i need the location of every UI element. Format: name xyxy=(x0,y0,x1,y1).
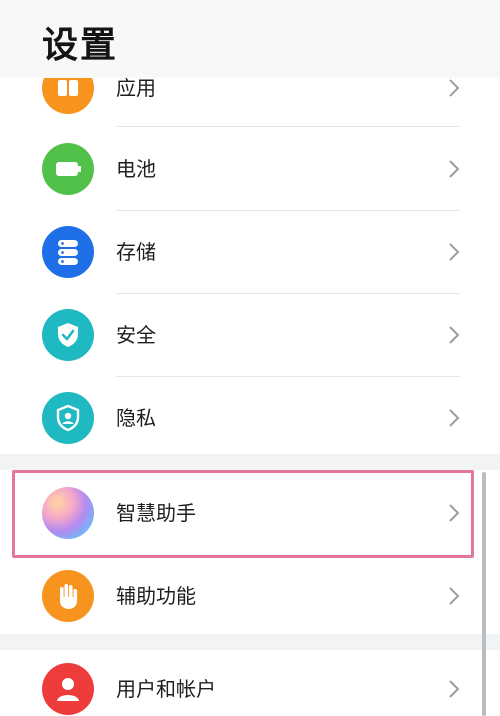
chevron-right-icon xyxy=(448,293,460,377)
chevron-right-icon xyxy=(448,210,460,294)
settings-item-label: 智慧助手 xyxy=(116,501,196,525)
smart-assistant-icon xyxy=(42,487,94,539)
chevron-right-icon xyxy=(448,376,460,460)
settings-item-privacy[interactable]: 隐私 xyxy=(0,376,500,460)
battery-icon xyxy=(42,143,94,195)
settings-item-label: 安全 xyxy=(116,323,156,347)
settings-item-label: 存储 xyxy=(116,240,156,264)
settings-item-battery[interactable]: 电池 xyxy=(0,127,500,211)
page-header: 设置 xyxy=(0,0,500,78)
chevron-right-icon xyxy=(448,127,460,211)
settings-item-label: 电池 xyxy=(116,157,156,181)
chevron-right-icon xyxy=(448,470,460,556)
page-title: 设置 xyxy=(42,25,119,66)
settings-item-accessibility[interactable]: 辅助功能 xyxy=(0,554,500,638)
settings-item-users-accounts[interactable]: 用户和帐户 xyxy=(0,647,500,716)
settings-item-smart-assistant[interactable]: 智慧助手 xyxy=(0,470,500,556)
hand-icon xyxy=(42,570,94,622)
settings-item-label: 辅助功能 xyxy=(116,584,196,608)
chevron-right-icon xyxy=(448,647,460,716)
user-icon xyxy=(42,663,94,715)
settings-item-label: 隐私 xyxy=(116,406,156,430)
settings-screen: 应用 电池 存储 安全 隐私 智慧助手 辅助功能 用户和帐户 设置 xyxy=(0,0,500,716)
storage-icon xyxy=(42,226,94,278)
settings-item-label: 用户和帐户 xyxy=(116,677,216,701)
settings-item-storage[interactable]: 存储 xyxy=(0,210,500,294)
scrollbar[interactable] xyxy=(482,472,486,716)
privacy-shield-icon xyxy=(42,392,94,444)
chevron-right-icon xyxy=(448,554,460,638)
settings-item-security[interactable]: 安全 xyxy=(0,293,500,377)
shield-check-icon xyxy=(42,309,94,361)
